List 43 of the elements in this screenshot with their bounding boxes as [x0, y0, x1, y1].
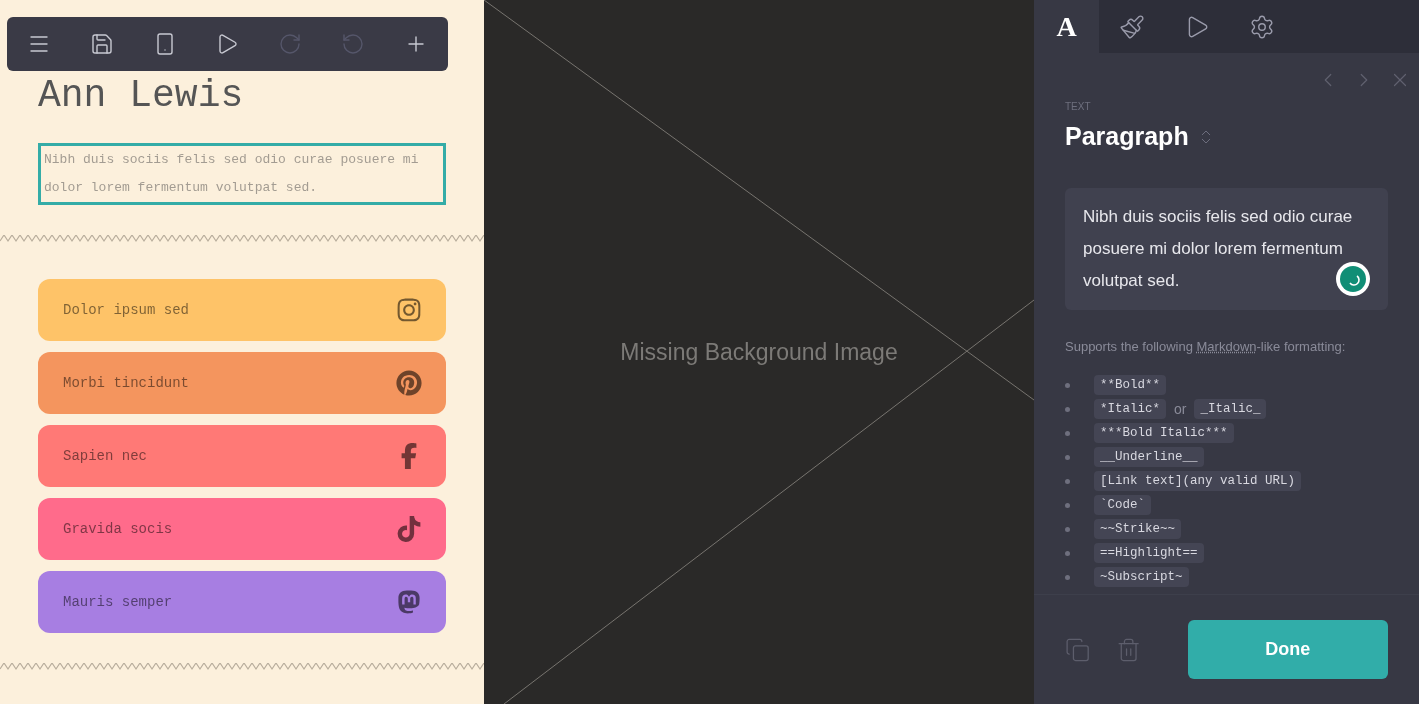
bullet-icon — [1065, 454, 1070, 460]
code-sample: `Code` — [1094, 494, 1151, 516]
bullet-icon — [1065, 406, 1070, 412]
bullet-icon — [1065, 550, 1070, 556]
code-sample: ==Highlight== — [1094, 542, 1204, 564]
code-sample: *Italic* — [1094, 398, 1166, 420]
code-sample: ~~Strike~~ — [1094, 518, 1181, 540]
code-sample: __Underline__ — [1094, 446, 1204, 468]
instagram-icon — [396, 297, 422, 323]
page-title: Ann Lewis — [38, 74, 245, 118]
mastodon-icon — [396, 589, 422, 615]
help-text: Supports the following Markdown-like formatting: — [1065, 337, 1347, 356]
status-icon — [1336, 261, 1370, 296]
pinterest-icon — [396, 370, 422, 396]
selected-paragraph[interactable]: Nibh duis sociis felis sed odio curae posuere mi dolor lorem fermentum volutpat sed. — [38, 143, 446, 205]
done-button[interactable]: Done — [1187, 620, 1388, 679]
brush-icon — [1118, 13, 1145, 40]
bullet-icon — [1065, 502, 1070, 508]
code-sample: **Bold** — [1094, 374, 1166, 396]
code-sample: ***Bold Italic*** — [1094, 422, 1234, 444]
bullet-icon — [1065, 382, 1070, 388]
link-button[interactable]: Dolor ipsum sed — [38, 279, 446, 341]
code-sample: ~Subscript~ — [1094, 566, 1189, 588]
link-button[interactable]: Morbi tincidunt — [38, 352, 446, 414]
link-button[interactable]: Sapien nec — [38, 425, 446, 487]
bullet-icon — [1065, 574, 1070, 580]
placeholder-message: Missing Background Image — [620, 337, 898, 367]
code-sample: _Italic_ — [1194, 398, 1267, 420]
link-button[interactable]: Mauris semper — [38, 571, 446, 633]
or-text: or — [1174, 399, 1187, 419]
link-button[interactable]: Gravida socis — [38, 498, 446, 560]
tiktok-icon — [396, 516, 422, 542]
bullet-icon — [1065, 478, 1070, 484]
bullet-icon — [1065, 526, 1070, 532]
panel-tab[interactable]: A — [1034, 0, 1099, 53]
trash-icon[interactable] — [1116, 636, 1142, 663]
section-label: TEXT — [1065, 100, 1092, 114]
save-icon[interactable] — [89, 32, 114, 56]
code-sample: [Link text](any valid URL) — [1094, 470, 1302, 492]
bullet-icon — [1065, 430, 1070, 436]
element-type-title: Paragraph — [1065, 121, 1189, 152]
text-field[interactable]: Nibh duis sociis felis sed odio curae posuere mi dolor lorem fermentum volutpat sed. — [1065, 187, 1388, 310]
duplicate-icon[interactable] — [1065, 636, 1091, 663]
